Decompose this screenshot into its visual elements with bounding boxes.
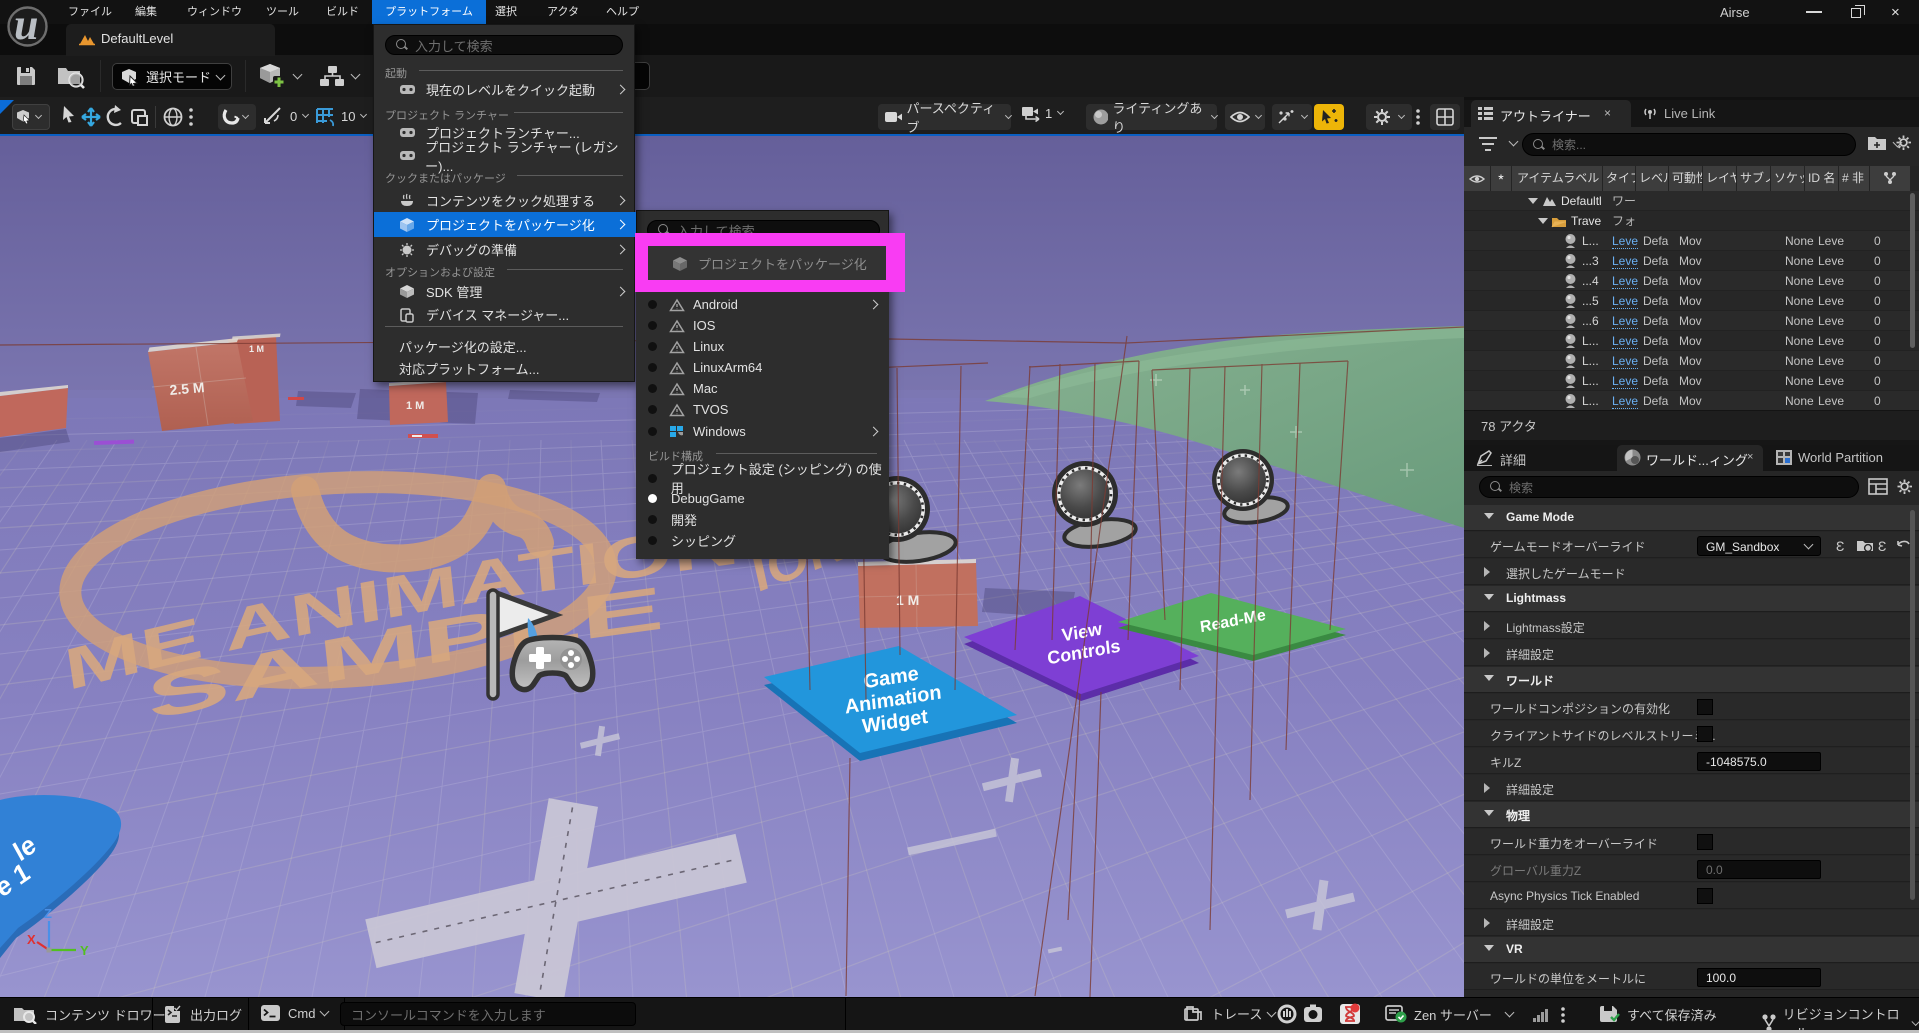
svg-text:2.5 M: 2.5 M	[169, 379, 205, 398]
svg-text:X: X	[27, 932, 36, 947]
svg-text:Y: Y	[80, 943, 89, 958]
svg-text:u: u	[14, 6, 38, 47]
svg-text:Z: Z	[44, 906, 52, 921]
svg-text:1 M: 1 M	[249, 344, 264, 354]
svg-text:1 M: 1 M	[406, 400, 424, 412]
